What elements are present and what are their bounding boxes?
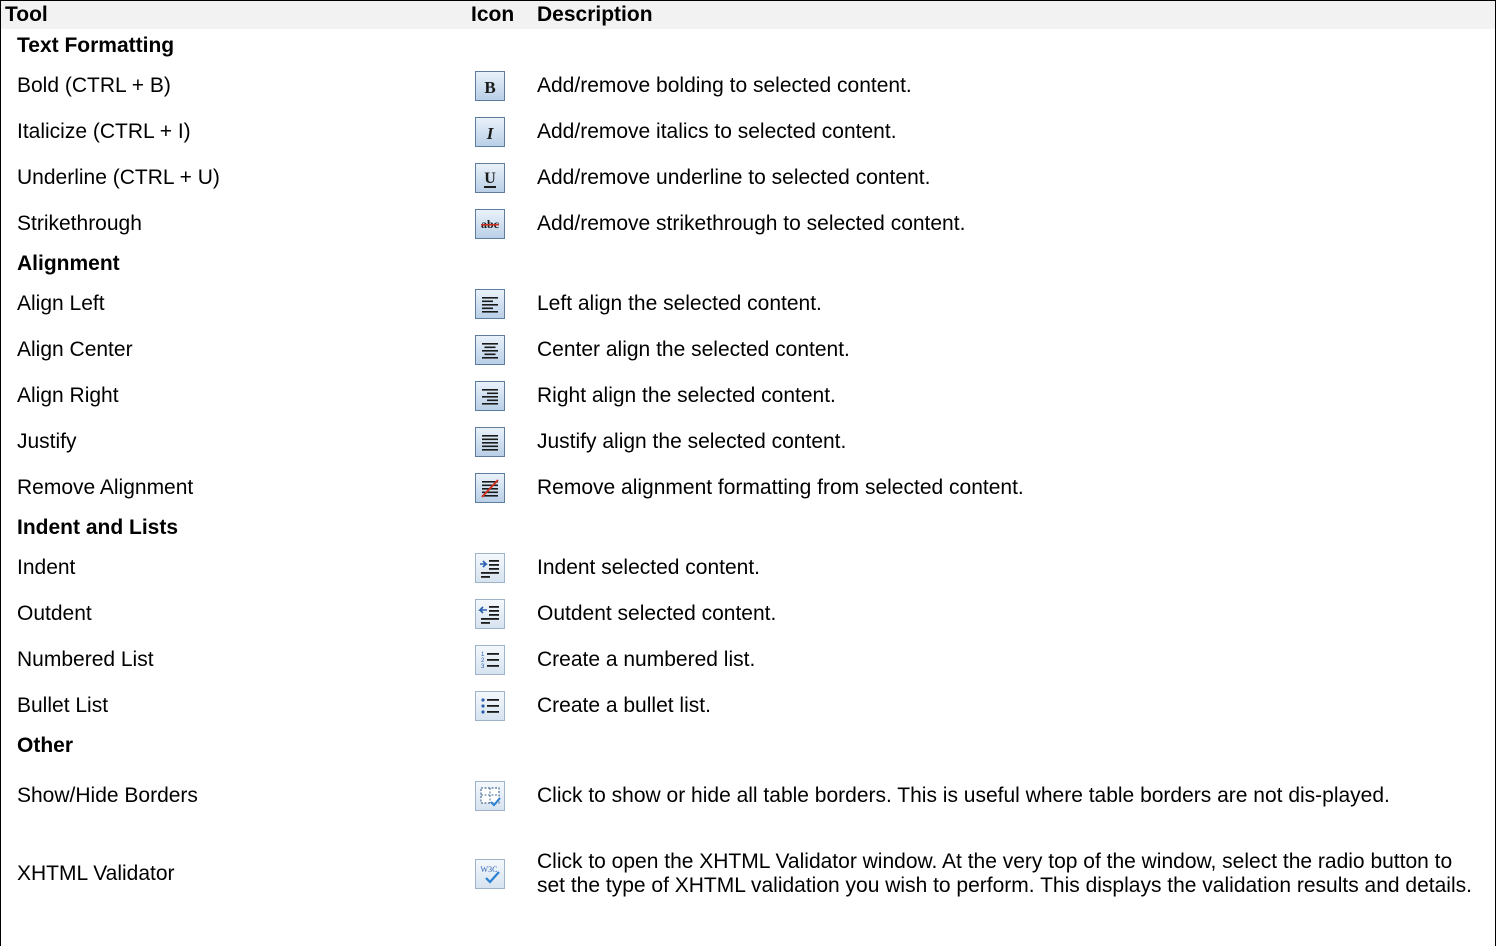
bold-icon: B xyxy=(475,71,505,101)
tool-description: Add/remove bolding to selected content. xyxy=(537,74,912,97)
align-right-icon xyxy=(475,381,505,411)
table-row: Outdent Outdent selected content. xyxy=(1,591,1495,637)
tools-table-frame: Tool Icon Description Text Formatting Bo… xyxy=(0,0,1496,946)
table-row: Italicize (CTRL + I) I Add/remove italic… xyxy=(1,109,1495,155)
strikethrough-icon: abc xyxy=(475,209,505,239)
tool-description: Create a numbered list. xyxy=(537,648,756,671)
bullet-list-icon xyxy=(475,691,505,721)
table-row: Align Right Right align the selected con… xyxy=(1,373,1495,419)
header-tool: Tool xyxy=(1,1,467,29)
section-row: Other xyxy=(1,729,1495,763)
section-title: Text Formatting xyxy=(17,34,175,57)
table-header-row: Tool Icon Description xyxy=(1,1,1495,29)
tool-name: Italicize (CTRL + I) xyxy=(17,120,191,143)
tool-name: XHTML Validator xyxy=(17,862,175,885)
svg-text:3: 3 xyxy=(481,664,485,670)
tool-name: Remove Alignment xyxy=(17,476,194,499)
tool-name: Align Left xyxy=(17,292,105,315)
table-row: Bold (CTRL + B) B Add/remove bolding to … xyxy=(1,63,1495,109)
table-row: Bullet List Create a bullet list. xyxy=(1,683,1495,729)
underline-icon: U xyxy=(475,163,505,193)
section-row: Indent and Lists xyxy=(1,511,1495,545)
tool-name: Show/Hide Borders xyxy=(17,784,198,807)
outdent-icon xyxy=(475,599,505,629)
tool-description: Remove alignment formatting from selecte… xyxy=(537,476,1024,499)
tool-name: Outdent xyxy=(17,602,92,625)
underline-glyph: U xyxy=(484,170,496,187)
xhtml-validator-icon: W3C xyxy=(475,859,505,889)
table-row: Underline (CTRL + U) U Add/remove underl… xyxy=(1,155,1495,201)
table-row: Strikethrough abc Add/remove strikethrou… xyxy=(1,201,1495,247)
remove-alignment-icon xyxy=(475,473,505,503)
w3c-glyph: W3C xyxy=(481,865,498,874)
bold-glyph: B xyxy=(484,78,495,97)
section-row: Alignment xyxy=(1,247,1495,281)
tool-description: Add/remove strikethrough to selected con… xyxy=(537,212,966,235)
section-row: Text Formatting xyxy=(1,29,1495,63)
tool-name: Bold (CTRL + B) xyxy=(17,74,171,97)
tool-name: Bullet List xyxy=(17,694,109,717)
tool-name: Align Right xyxy=(17,384,119,407)
tool-description: Justify align the selected content. xyxy=(537,430,847,453)
table-row: Align Left Left align the selected conte… xyxy=(1,281,1495,327)
tool-name: Indent xyxy=(17,556,76,579)
table-row: Show/Hide Borders Click to show or hide … xyxy=(1,763,1495,829)
tool-name: Underline (CTRL + U) xyxy=(17,166,220,189)
header-description: Description xyxy=(531,1,1495,29)
table-row: Remove Alignment Remove alignment format… xyxy=(1,465,1495,511)
tool-description: Outdent selected content. xyxy=(537,602,777,625)
table-row: Align Center Center align the selected c… xyxy=(1,327,1495,373)
tool-description: Add/remove italics to selected content. xyxy=(537,120,897,143)
italic-icon: I xyxy=(475,117,505,147)
tools-table: Tool Icon Description Text Formatting Bo… xyxy=(1,1,1495,919)
section-title: Indent and Lists xyxy=(17,516,179,539)
numbered-list-icon: 123 xyxy=(475,645,505,675)
tool-description: Right align the selected content. xyxy=(537,384,836,407)
tool-name: Align Center xyxy=(17,338,133,361)
show-hide-borders-icon xyxy=(475,781,505,811)
tool-description: Left align the selected content. xyxy=(537,292,822,315)
tool-description: Click to show or hide all table borders.… xyxy=(537,784,1390,807)
italic-glyph: I xyxy=(486,124,495,143)
tool-description: Create a bullet list. xyxy=(537,694,711,717)
tool-name: Strikethrough xyxy=(17,212,142,235)
tool-description: Click to open the XHTML Validator window… xyxy=(537,850,1472,897)
section-title: Other xyxy=(17,734,74,757)
tool-description: Add/remove underline to selected content… xyxy=(537,166,931,189)
justify-icon xyxy=(475,427,505,457)
table-row: XHTML Validator W3C Click to open the XH… xyxy=(1,829,1495,919)
tool-description: Center align the selected content. xyxy=(537,338,850,361)
align-left-icon xyxy=(475,289,505,319)
tool-description: Indent selected content. xyxy=(537,556,760,579)
header-icon: Icon xyxy=(467,1,531,29)
table-row: Justify Justify align the selected conte… xyxy=(1,419,1495,465)
align-center-icon xyxy=(475,335,505,365)
section-title: Alignment xyxy=(17,252,120,275)
tool-name: Numbered List xyxy=(17,648,154,671)
table-row: Indent Indent selected content. xyxy=(1,545,1495,591)
tool-name: Justify xyxy=(17,430,77,453)
indent-icon xyxy=(475,553,505,583)
table-row: Numbered List 123 Create a numbered list… xyxy=(1,637,1495,683)
